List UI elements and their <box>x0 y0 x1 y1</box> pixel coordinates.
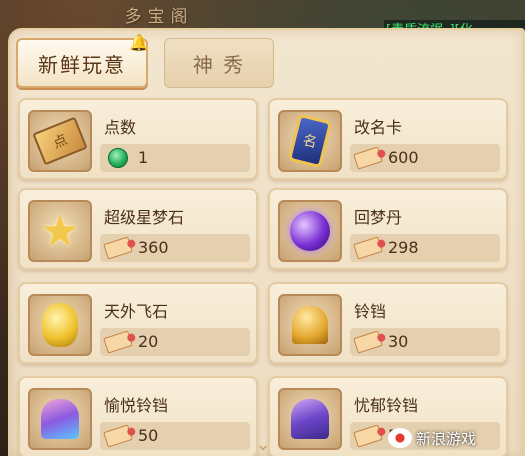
scroll-down-chevron-icon[interactable]: ⌄ <box>252 434 274 455</box>
ticket-icon <box>353 146 383 170</box>
price-box: 298 <box>350 234 500 262</box>
bell-item-icon <box>278 294 342 356</box>
tab-bar: 新鲜玩意 🔔 神 秀 <box>8 28 525 92</box>
price-box: 600 <box>350 144 500 172</box>
item-name: 点数 <box>104 118 137 137</box>
ticket-icon <box>353 424 383 448</box>
ticket-icon <box>353 330 383 354</box>
tab-fresh-items-label: 新鲜玩意 <box>38 52 126 77</box>
watermark-text: 新浪游戏 <box>416 429 477 448</box>
item-card-meteor-stone[interactable]: 天外飞石 20 <box>18 282 258 364</box>
item-name: 天外飞石 <box>104 302 169 321</box>
bell-icon: 🔔 <box>129 33 149 52</box>
item-price: 360 <box>138 238 169 257</box>
item-card-points[interactable]: 点 点数 1 <box>18 98 258 180</box>
item-card-bell[interactable]: 铃铛 30 <box>268 282 508 364</box>
joy-bell-icon <box>28 388 92 450</box>
ticket-icon <box>103 330 133 354</box>
price-box: 50 <box>100 422 250 450</box>
item-price: 1 <box>138 148 149 167</box>
dream-pill-icon <box>278 200 342 262</box>
price-box: 1 <box>100 144 250 172</box>
item-name: 回梦丹 <box>354 208 403 227</box>
ticket-icon <box>103 424 133 448</box>
meteor-stone-icon <box>28 294 92 356</box>
item-name: 忧郁铃铛 <box>354 396 419 415</box>
rename-card-art: 名 <box>287 113 333 169</box>
item-card-rename[interactable]: 名 改名卡 600 <box>268 98 508 180</box>
tab-shenxiu[interactable]: 神 秀 <box>164 38 274 88</box>
price-box: 20 <box>100 328 250 356</box>
price-box: 30 <box>350 328 500 356</box>
shop-title: 多宝阁 <box>124 7 194 27</box>
star-stone-icon: ★ <box>28 200 92 262</box>
item-name: 改名卡 <box>354 118 403 137</box>
item-price: 50 <box>138 426 159 445</box>
item-price: 298 <box>388 238 419 257</box>
gloom-bell-icon <box>278 388 342 450</box>
ticket-icon <box>353 236 383 260</box>
item-name: 愉悦铃铛 <box>104 396 169 415</box>
points-card-art: 点 <box>32 116 88 166</box>
points-icon: 点 <box>28 110 92 172</box>
item-price: 600 <box>388 148 419 167</box>
sina-games-watermark: 新浪游戏 <box>388 424 520 452</box>
item-price: 20 <box>138 332 159 351</box>
item-card-joy-bell[interactable]: 愉悦铃铛 50 <box>18 376 258 456</box>
item-name: 铃铛 <box>354 302 387 321</box>
item-name: 超级星梦石 <box>104 208 185 227</box>
jade-coin-icon <box>104 147 132 169</box>
tab-shenxiu-label: 神 秀 <box>192 52 246 77</box>
item-card-super-star-stone[interactable]: ★ 超级星梦石 360 <box>18 188 258 270</box>
item-card-dream-pill[interactable]: 回梦丹 298 <box>268 188 508 270</box>
sina-logo-icon <box>388 428 412 448</box>
ticket-icon <box>103 236 133 260</box>
item-price: 30 <box>388 332 409 351</box>
price-box: 360 <box>100 234 250 262</box>
rename-card-icon: 名 <box>278 110 342 172</box>
